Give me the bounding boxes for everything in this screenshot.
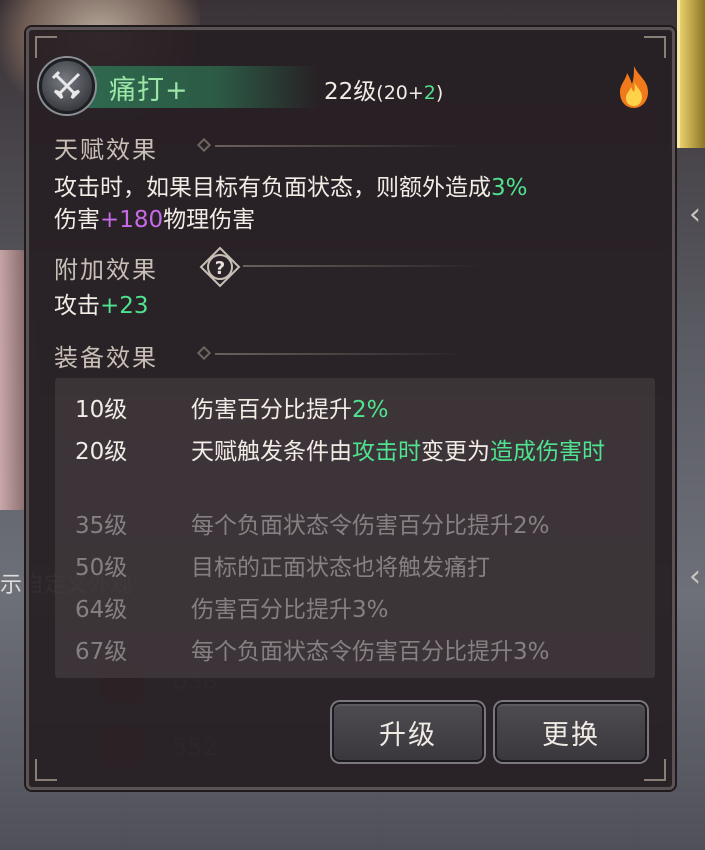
effect-text: 变更为 bbox=[421, 439, 490, 465]
skill-level-close: ) bbox=[435, 82, 444, 104]
crossed-swords-icon bbox=[39, 58, 95, 114]
effect-description: 每个负面状态令伤害百分比提升2% bbox=[191, 513, 550, 539]
bonus-section-title: 附加效果 bbox=[54, 256, 158, 284]
svg-text:?: ? bbox=[215, 258, 225, 279]
corner-ornament bbox=[644, 759, 666, 781]
skill-header: 痛打+ 22级(20+2) bbox=[39, 58, 659, 114]
effect-description: 每个负面状态令伤害百分比提升3% bbox=[191, 639, 550, 665]
upgrade-button[interactable]: 升级 bbox=[332, 702, 484, 762]
skill-detail-panel: 痛打+ 22级(20+2) 天赋效果 攻击时，如果目标有负面状态，则额外造成3%… bbox=[26, 27, 675, 790]
skill-level-bonus: 2 bbox=[423, 82, 436, 104]
talent-text: 伤害 bbox=[54, 207, 100, 233]
talent-text: 物理伤害 bbox=[163, 207, 256, 233]
talent-section-title: 天赋效果 bbox=[54, 136, 158, 164]
effect-value: 2% bbox=[352, 397, 389, 423]
corner-ornament bbox=[644, 36, 666, 58]
corner-ornament bbox=[35, 36, 57, 58]
effect-description: 伤害百分比提升2% bbox=[191, 394, 651, 426]
talent-damage-value: +180 bbox=[100, 207, 164, 233]
chevron-left-icon[interactable]: ‹ bbox=[685, 190, 705, 240]
talent-text: 攻击时，如果目标有负面状态，则额外造成 bbox=[54, 175, 491, 201]
effect-description: 天赋触发条件由攻击时变更为造成伤害时 bbox=[191, 436, 651, 468]
effect-level: 64级 bbox=[75, 597, 128, 623]
bonus-value: +23 bbox=[100, 293, 149, 319]
skill-name: 痛打+ bbox=[109, 75, 189, 106]
bonus-description: 攻击+23 bbox=[54, 290, 149, 322]
effect-highlight: 造成伤害时 bbox=[490, 439, 605, 465]
question-icon[interactable]: ? bbox=[199, 246, 241, 288]
effect-highlight: 攻击时 bbox=[352, 439, 421, 465]
fire-icon bbox=[620, 66, 648, 108]
skill-level: 22级(20+2) bbox=[324, 72, 443, 106]
section-divider bbox=[215, 145, 465, 147]
effect-description: 目标的正面状态也将触发痛打 bbox=[191, 555, 490, 581]
skill-level-open: (20+ bbox=[376, 82, 424, 104]
effect-level: 10级 bbox=[75, 397, 128, 423]
equipment-effects-list: 10级 伤害百分比提升2% 20级 天赋触发条件由攻击时变更为造成伤害时 35级… bbox=[55, 378, 655, 678]
section-divider bbox=[215, 353, 465, 355]
chevron-left-icon[interactable]: ‹ bbox=[685, 552, 705, 602]
effect-level: 35级 bbox=[75, 513, 128, 539]
effect-level: 20级 bbox=[75, 439, 128, 465]
skill-name-bar bbox=[69, 66, 319, 108]
effect-text: 天赋触发条件由 bbox=[191, 439, 352, 465]
section-divider bbox=[243, 265, 483, 267]
equipment-section-title: 装备效果 bbox=[54, 344, 158, 372]
talent-description: 攻击时，如果目标有负面状态，则额外造成3% 伤害+180物理伤害 bbox=[54, 172, 528, 236]
effect-text: 伤害百分比提升 bbox=[191, 397, 352, 423]
effect-description: 伤害百分比提升3% bbox=[191, 597, 389, 623]
skill-level-main: 22级 bbox=[324, 79, 377, 105]
section-divider-ornament bbox=[196, 137, 212, 153]
effect-level: 67级 bbox=[75, 639, 128, 665]
side-panel-edge bbox=[677, 0, 705, 148]
bonus-text: 攻击 bbox=[54, 293, 100, 319]
section-divider-ornament bbox=[196, 345, 212, 361]
corner-ornament bbox=[35, 759, 57, 781]
replace-button[interactable]: 更换 bbox=[495, 702, 647, 762]
talent-value: 3% bbox=[491, 175, 528, 201]
effect-level: 50级 bbox=[75, 555, 128, 581]
